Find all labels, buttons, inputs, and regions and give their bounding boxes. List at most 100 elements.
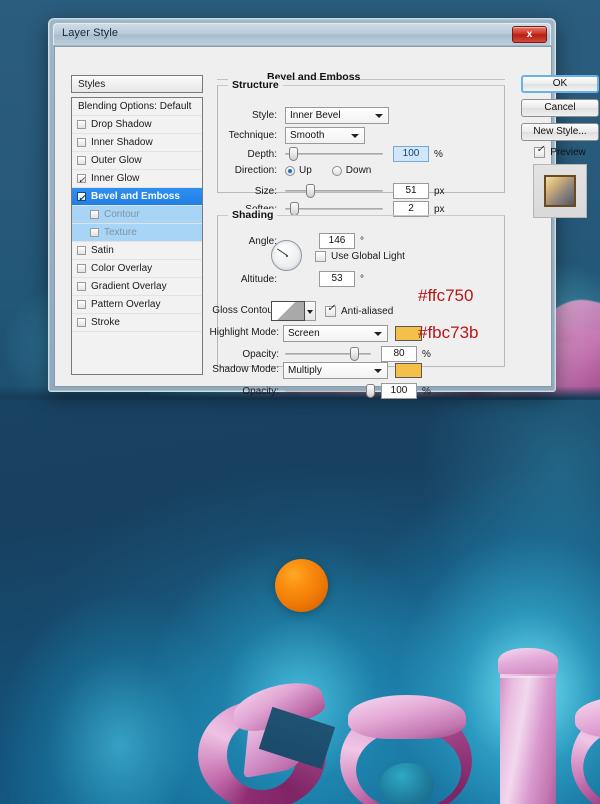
shadow-color-swatch[interactable]: [395, 363, 422, 378]
cancel-button[interactable]: Cancel: [521, 99, 599, 117]
chevron-down-icon: [375, 114, 383, 118]
highlight-mode-label: Highlight Mode:: [209, 327, 279, 338]
new-style-button[interactable]: New Style...: [521, 123, 599, 141]
altitude-unit: °: [360, 273, 364, 285]
checkbox-off-icon[interactable]: [77, 264, 86, 273]
technique-select[interactable]: Smooth: [285, 127, 365, 144]
checkbox-off-icon[interactable]: [77, 156, 86, 165]
layer-effect-label: Pattern Overlay: [91, 298, 161, 310]
use-global-light-label: Use Global Light: [331, 251, 405, 262]
depth-unit: %: [434, 148, 443, 160]
direction-down-label: Down: [345, 165, 372, 176]
shadow-opacity-unit: %: [422, 385, 431, 397]
depth-slider[interactable]: [285, 147, 383, 161]
layer-effect-item[interactable]: Outer Glow: [72, 152, 202, 170]
gloss-contour-dropdown[interactable]: [305, 301, 316, 321]
style-row: Style: Inner Bevel: [217, 107, 505, 124]
size-slider-thumb: [306, 184, 316, 198]
anti-aliased-row[interactable]: Anti-aliased: [325, 303, 394, 317]
chevron-down-icon: [374, 332, 382, 336]
layer-effect-item[interactable]: Inner Shadow: [72, 134, 202, 152]
layer-effect-label: Texture: [104, 226, 137, 238]
style-label: Style:: [251, 110, 277, 121]
anti-aliased-label: Anti-aliased: [341, 306, 394, 317]
size-unit: px: [434, 185, 445, 197]
technique-select-value: Smooth: [290, 130, 325, 141]
layer-effect-item[interactable]: Drop Shadow: [72, 116, 202, 134]
layer-effect-item[interactable]: Contour: [72, 206, 202, 224]
angle-input[interactable]: 146: [319, 233, 355, 249]
preview-thumbnail: [533, 164, 587, 218]
highlight-opacity-unit: %: [422, 348, 431, 360]
radio-on-icon: [285, 165, 295, 176]
letter-l-3d: [498, 648, 558, 804]
radio-off-icon: [331, 165, 342, 176]
checkbox-on-icon[interactable]: [77, 189, 86, 207]
highlight-opacity-row: Opacity: 80 %: [217, 346, 505, 362]
preview-toggle[interactable]: Preview: [521, 144, 599, 158]
size-label: Size:: [254, 185, 277, 197]
ok-button[interactable]: OK: [521, 75, 599, 93]
letter-o-3d: [340, 695, 472, 804]
styles-panel-header: Styles: [71, 75, 203, 93]
size-input[interactable]: 51: [393, 183, 429, 199]
size-slider[interactable]: [285, 184, 383, 198]
dialog-title: Layer Style: [62, 27, 119, 39]
highlight-opacity-slider[interactable]: [285, 347, 371, 361]
soften-unit: px: [434, 203, 445, 215]
layer-effect-item[interactable]: Bevel and Emboss: [72, 188, 202, 207]
layer-effect-label: Color Overlay: [91, 262, 153, 274]
shadow-mode-label-wrap: Shadow Mode:: [199, 364, 279, 375]
orange-sphere: [275, 559, 328, 612]
checkbox-off-icon[interactable]: [77, 300, 86, 309]
layer-effect-label: Gradient Overlay: [91, 280, 167, 292]
layer-effect-label: Outer Glow: [91, 154, 142, 166]
depth-input[interactable]: 100: [393, 146, 429, 162]
shadow-opacity-slider[interactable]: [285, 384, 376, 398]
chevron-down-icon: [307, 310, 313, 314]
layer-effect-item[interactable]: Color Overlay: [72, 260, 202, 278]
highlight-mode-select[interactable]: Screen: [283, 325, 388, 342]
layer-effect-item[interactable]: Texture: [72, 224, 202, 242]
checkbox-off-icon[interactable]: [90, 210, 99, 219]
chevron-down-icon: [374, 369, 382, 373]
shadow-mode-select[interactable]: Multiply: [283, 362, 388, 379]
layer-effect-item[interactable]: Inner Glow: [72, 170, 202, 189]
checkbox-on-icon[interactable]: [77, 171, 86, 189]
gloss-contour-label: Gloss Contour:: [212, 305, 279, 316]
style-select-value: Inner Bevel: [290, 110, 341, 121]
layer-effect-item[interactable]: Stroke: [72, 314, 202, 332]
close-icon[interactable]: x: [512, 26, 547, 43]
angle-unit: °: [360, 235, 364, 247]
shadow-opacity-input[interactable]: 100: [381, 383, 417, 399]
altitude-input[interactable]: 53: [319, 271, 355, 287]
layer-effects-list[interactable]: Blending Options: Default Drop Shadow Inne…: [71, 97, 203, 375]
style-select[interactable]: Inner Bevel: [285, 107, 389, 124]
use-global-light-row[interactable]: Use Global Light: [315, 251, 405, 262]
checkbox-off-icon[interactable]: [90, 228, 99, 237]
checkbox-off-icon[interactable]: [77, 318, 86, 327]
gloss-contour-row: Gloss Contour:: [169, 305, 279, 316]
checkbox-off-icon[interactable]: [77, 138, 86, 147]
layer-effect-item[interactable]: Gradient Overlay: [72, 278, 202, 296]
checkbox-off-icon[interactable]: [77, 282, 86, 291]
soften-slider[interactable]: [285, 202, 383, 216]
direction-up-radio[interactable]: Up: [285, 165, 312, 176]
shadow-opacity-row: Opacity: 100 %: [217, 383, 505, 399]
layer-effect-label: Bevel and Emboss: [91, 190, 180, 202]
dialog-titlebar[interactable]: Layer Style x: [53, 23, 551, 45]
layer-effect-label: Satin: [91, 244, 114, 256]
angle-dial[interactable]: [271, 240, 302, 271]
gloss-contour-swatch[interactable]: [271, 301, 305, 321]
layer-effect-label: Stroke: [91, 316, 120, 328]
direction-down-radio[interactable]: Down: [331, 165, 372, 176]
layer-effect-item[interactable]: Blending Options: Default: [72, 98, 202, 116]
checkbox-off-icon[interactable]: [77, 120, 86, 129]
layer-effect-item[interactable]: Satin: [72, 242, 202, 260]
shadow-mode-value: Multiply: [288, 365, 322, 376]
checkbox-off-icon[interactable]: [77, 246, 86, 255]
layer-effect-label: Blending Options: Default: [78, 100, 192, 112]
highlight-opacity-input[interactable]: 80: [381, 346, 417, 362]
layer-effect-label: Inner Glow: [91, 172, 140, 184]
preview-thumbnail-image: [544, 175, 576, 207]
